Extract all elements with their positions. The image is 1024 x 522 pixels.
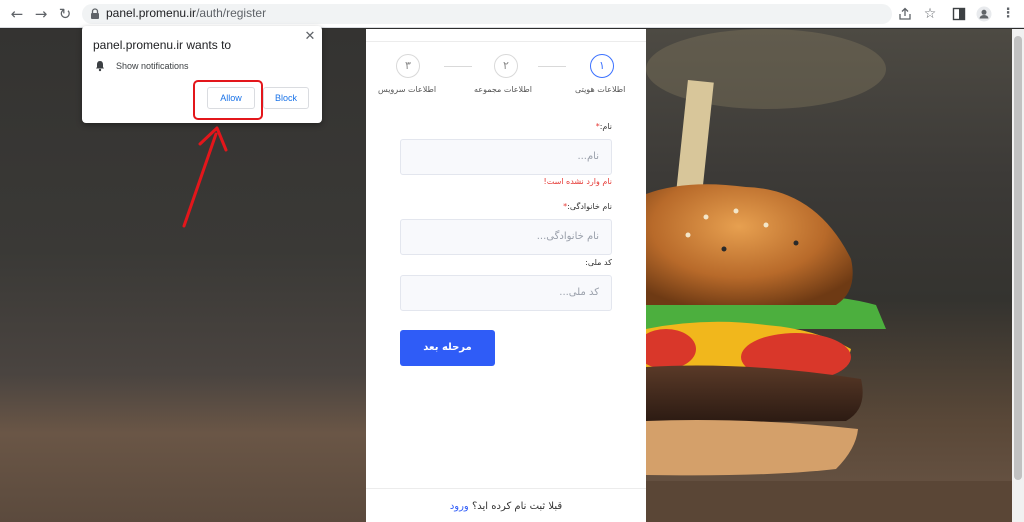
panel-divider (366, 488, 646, 489)
login-prompt: قبلا ثبت نام کرده اید؟ ورود (436, 501, 576, 512)
forward-arrow-icon[interactable]: → (32, 5, 50, 23)
name-input[interactable]: نام... (400, 139, 612, 175)
step-1-label: اطلاعات هویتی (575, 85, 626, 94)
family-input[interactable]: نام خانوادگی... (400, 219, 612, 255)
family-label: نام خانوادگی:* (563, 202, 612, 211)
name-error-message: نام وارد نشده است! (543, 177, 613, 186)
allow-highlight-box (193, 80, 263, 120)
next-step-button[interactable]: مرحله بعد (400, 330, 495, 366)
burger-illustration (636, 29, 1012, 522)
bell-icon (96, 61, 104, 72)
step-2-label: اطلاعات مجموعه (474, 85, 532, 94)
browser-toolbar: ← → ↻ panel.promenu.ir/auth/register ☆ ⋮ (0, 0, 1024, 28)
login-question: قبلا ثبت نام کرده اید؟ (471, 501, 563, 512)
national-code-placeholder: کد ملی... (559, 287, 599, 298)
side-panel-icon[interactable] (951, 6, 967, 22)
national-code-input[interactable]: کد ملی... (400, 275, 612, 311)
step-3-indicator[interactable]: ۳ (396, 54, 420, 78)
more-menu-icon[interactable]: ⋮ (1000, 6, 1016, 22)
registration-panel: ۱ ۲ ۳ اطلاعات هویتی اطلاعات مجموعه اطلاع… (366, 29, 646, 522)
block-button[interactable]: Block (263, 87, 309, 109)
name-placeholder: نام... (577, 151, 599, 162)
url-text[interactable]: panel.promenu.ir/auth/register (106, 6, 266, 20)
step-connector (538, 66, 566, 67)
name-label-text: نام: (599, 122, 612, 131)
name-label: نام:* (596, 122, 612, 131)
popup-title: panel.promenu.ir wants to (93, 38, 232, 52)
share-icon[interactable] (897, 6, 913, 22)
star-bookmark-icon[interactable]: ☆ (922, 6, 938, 22)
login-link[interactable]: ورود (450, 501, 469, 512)
permission-text: Show notifications (116, 61, 189, 71)
family-label-text: نام خانوادگی: (567, 202, 612, 211)
reload-icon[interactable]: ↻ (56, 5, 74, 23)
close-icon[interactable]: ✕ (302, 29, 318, 45)
step-1-indicator[interactable]: ۱ (590, 54, 614, 78)
national-code-label: کد ملی: (585, 258, 612, 267)
family-placeholder: نام خانوادگی... (536, 231, 599, 242)
background-burger-image (636, 29, 1012, 522)
profile-avatar-icon[interactable] (976, 6, 992, 22)
url-path: /auth/register (196, 6, 267, 20)
panel-divider (366, 41, 646, 42)
url-host: panel.promenu.ir (106, 6, 197, 20)
back-arrow-icon[interactable]: ← (8, 5, 26, 23)
step-connector (444, 66, 472, 67)
lock-icon[interactable] (88, 7, 102, 21)
scrollbar-thumb[interactable] (1014, 36, 1022, 480)
step-3-label: اطلاعات سرویس (378, 85, 437, 94)
step-2-indicator[interactable]: ۲ (494, 54, 518, 78)
annotation-arrow-icon (182, 126, 228, 228)
